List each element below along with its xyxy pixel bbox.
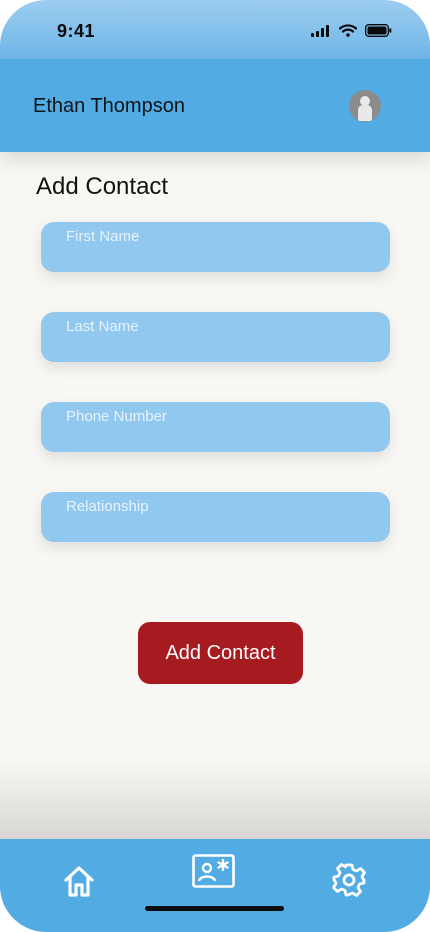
relationship-input[interactable] [41,481,390,531]
phone-number-input[interactable] [41,391,390,441]
home-indicator [145,906,284,911]
bottom-nav [0,839,430,932]
battery-icon [365,24,392,37]
status-bar: 9:41 [0,0,430,59]
first-name-input[interactable] [41,211,390,261]
wifi-icon [339,24,357,37]
user-avatar-icon[interactable] [349,90,381,122]
nav-contacts[interactable] [192,854,235,893]
bottom-fade [0,760,430,840]
nav-home[interactable] [62,864,96,903]
phone-number-field [41,391,390,452]
add-contact-button[interactable]: Add Contact [138,622,303,684]
app-header: Ethan Thompson [0,59,430,152]
signal-icon [311,24,329,37]
phone-screen: 9:41 Ethan Thompson Add Contact First Na… [0,0,430,932]
nav-settings[interactable] [332,863,366,902]
last-name-field [41,301,390,362]
page-title: Add Contact [36,173,169,200]
home-icon [64,866,94,897]
relationship-field [41,481,390,542]
first-name-field [41,211,390,272]
contact-card-icon [192,854,235,888]
status-icons [311,24,392,37]
gear-icon [332,863,366,897]
status-time: 9:41 [57,21,96,41]
user-name: Ethan Thompson [33,95,185,117]
last-name-input[interactable] [41,301,390,351]
